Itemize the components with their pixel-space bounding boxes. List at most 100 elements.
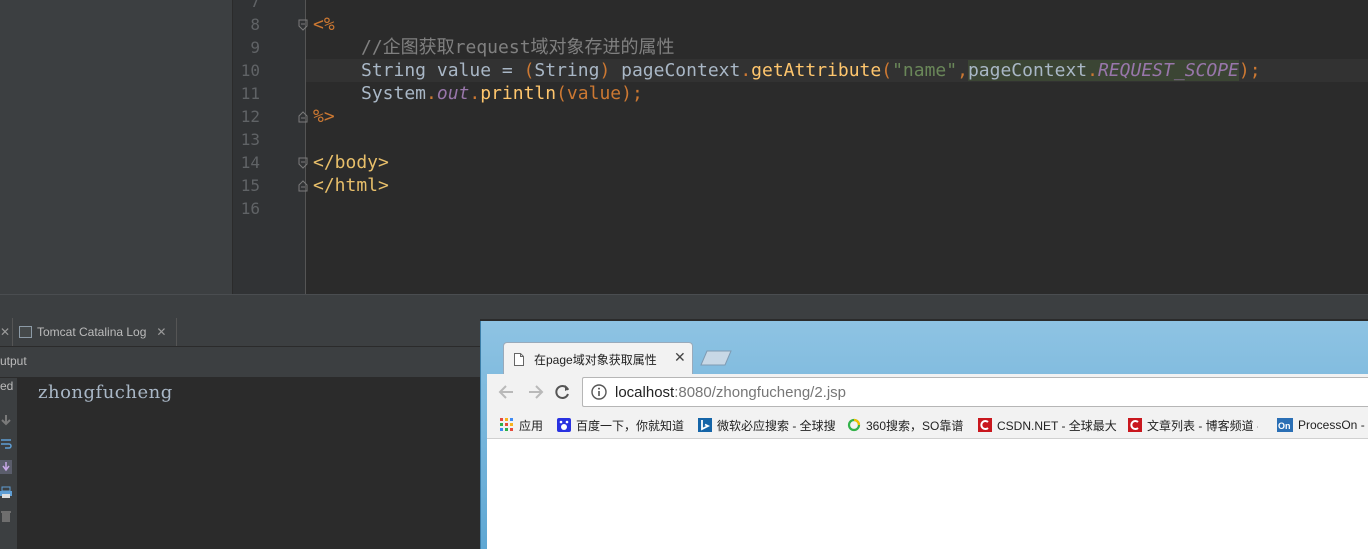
apps-grid-icon	[500, 418, 514, 432]
code-token: )	[599, 60, 611, 81]
panel-splitter[interactable]	[0, 294, 1368, 319]
bookmark-csdn-blog[interactable]: 文章列表 - 博客频道 -	[1128, 416, 1258, 434]
tab-label: Tomcat Catalina Log	[37, 325, 147, 339]
code-token: getAttribute	[751, 60, 882, 81]
fold-close-icon[interactable]	[298, 180, 308, 192]
back-arrow-icon[interactable]	[497, 382, 517, 402]
address-bar[interactable]: localhost:8080/zhongfucheng/2.jsp	[582, 377, 1368, 407]
forward-arrow-icon[interactable]	[525, 382, 545, 402]
code-token: pageContext	[610, 60, 741, 81]
reload-icon[interactable]	[553, 382, 573, 402]
line-number: 13	[240, 130, 260, 149]
bookmark-label: 微软必应搜索 - 全球搜	[717, 418, 836, 433]
code-line-10[interactable]: String value = (String) pageContext.getA…	[361, 59, 1261, 82]
fold-open-icon[interactable]	[298, 157, 308, 169]
arrow-down-icon[interactable]	[0, 411, 12, 426]
code-highlight: pageContext.REQUEST_SCOPE	[967, 60, 1239, 81]
code-line-9[interactable]: //企图获取request域对象存进的属性	[361, 36, 675, 59]
bing-icon	[698, 418, 712, 432]
line-number: 15	[240, 176, 260, 195]
code-token: .	[469, 83, 481, 104]
code-token: System	[361, 83, 427, 104]
line-number: 12	[240, 107, 260, 126]
bookmark-label: 应用	[519, 418, 544, 433]
line-number: 9	[250, 38, 260, 57]
line-number: 11	[240, 84, 260, 103]
bookmark-label: ProcessOn -	[1298, 418, 1365, 432]
bookmark-processon[interactable]: On ProcessOn -	[1277, 416, 1368, 434]
bookmark-label: 百度一下，你就知道	[576, 418, 685, 433]
url-path: :8080/zhongfucheng/2.jsp	[674, 384, 847, 401]
code-token: )	[1238, 60, 1250, 81]
code-token: (	[523, 60, 535, 81]
web-page-content[interactable]	[487, 439, 1368, 549]
tab-tomcat-catalina-log[interactable]: Tomcat Catalina Log ✕	[12, 318, 178, 346]
output-label: utput	[0, 354, 27, 368]
bookmark-csdn[interactable]: CSDN.NET - 全球最大	[978, 416, 1118, 434]
code-line-11[interactable]: System.out.println(value);	[361, 82, 643, 105]
tool-tab-bar: ✕ Tomcat Catalina Log ✕	[0, 318, 480, 347]
bookmark-bing[interactable]: 微软必应搜索 - 全球搜	[698, 416, 848, 434]
bookmark-label: CSDN.NET - 全球最大	[997, 418, 1117, 433]
line-number: 7	[250, 0, 260, 11]
run-tool-window: ✕ Tomcat Catalina Log ✕ utput ed zhongfu…	[0, 318, 480, 549]
code-token: (	[881, 60, 893, 81]
new-tab-button[interactable]	[699, 350, 732, 366]
tab-title: 在page域对象获取属性	[534, 353, 657, 367]
output-header: utput	[0, 347, 480, 378]
bookmark-360[interactable]: 360搜索，SO靠谱	[847, 416, 969, 434]
code-token: pageContext	[967, 60, 1088, 81]
code-token: (value)	[556, 83, 632, 104]
bookmark-baidu[interactable]: 百度一下，你就知道	[557, 416, 685, 434]
code-static-field: out	[436, 83, 470, 104]
bookmark-label: 文章列表 - 博客频道 -	[1147, 418, 1258, 433]
log-icon	[19, 326, 32, 338]
code-editor[interactable]: 7 8 9 10 11 12 13 14 15 16 <% //企图获取requ…	[0, 0, 1368, 294]
processon-icon: On	[1277, 418, 1293, 432]
bookmarks-bar: 应用 百度一下，你就知道 微软必应搜索 - 全球搜 360搜索，SO靠谱 CSD…	[487, 412, 1368, 439]
csdn-icon	[978, 418, 992, 432]
tool-strip: ed	[0, 378, 18, 549]
print-icon[interactable]	[0, 483, 12, 498]
code-token: String	[534, 60, 600, 81]
bookmark-apps[interactable]: 应用	[500, 416, 543, 434]
code-line-15[interactable]: </html>	[313, 174, 389, 197]
line-number: 16	[240, 199, 260, 218]
bookmark-label: 360搜索，SO靠谱	[866, 418, 964, 433]
line-number: 8	[250, 15, 260, 34]
360-search-icon	[847, 418, 861, 432]
soft-wrap-icon[interactable]	[0, 435, 12, 449]
code-line-12[interactable]: %>	[313, 105, 335, 128]
info-icon[interactable]	[591, 384, 607, 400]
close-icon[interactable]: ✕	[0, 318, 10, 346]
code-string: "name"	[892, 60, 958, 81]
close-icon[interactable]: ✕	[156, 325, 166, 339]
code-line-8[interactable]: <%	[313, 13, 335, 36]
console-output-text: zhongfucheng	[38, 382, 173, 403]
code-token: .	[426, 83, 437, 104]
close-icon[interactable]: ✕	[674, 349, 686, 366]
line-number: 10	[240, 61, 260, 80]
url-text: localhost:8080/zhongfucheng/2.jsp	[615, 384, 846, 401]
fold-close-icon[interactable]	[298, 111, 308, 123]
code-token: ,	[957, 60, 968, 81]
fold-open-icon[interactable]	[298, 19, 308, 31]
baidu-paw-icon	[557, 418, 571, 432]
trash-icon[interactable]	[0, 507, 12, 522]
url-host: localhost	[615, 384, 675, 401]
code-token: ;	[631, 83, 643, 104]
svg-text:On: On	[1278, 421, 1291, 431]
code-token: String value =	[361, 60, 524, 81]
code-token: .	[1087, 60, 1098, 81]
strip-label: ed	[0, 379, 14, 393]
browser-toolbar: localhost:8080/zhongfucheng/2.jsp	[487, 374, 1368, 412]
line-number: 14	[240, 153, 260, 172]
code-token: println	[480, 83, 557, 104]
code-token: .	[740, 60, 752, 81]
browser-tab-active[interactable]: 在page域对象获取属性 ✕	[503, 342, 693, 375]
scroll-to-end-icon[interactable]	[0, 459, 12, 474]
window-frame: 在page域对象获取属性 ✕ localhost:8080/zhongfuche…	[480, 321, 1368, 549]
code-comment: //企图获取request域对象存进的属性	[361, 37, 675, 58]
code-line-14[interactable]: </body>	[313, 151, 389, 174]
code-static-field: REQUEST_SCOPE	[1098, 60, 1239, 81]
